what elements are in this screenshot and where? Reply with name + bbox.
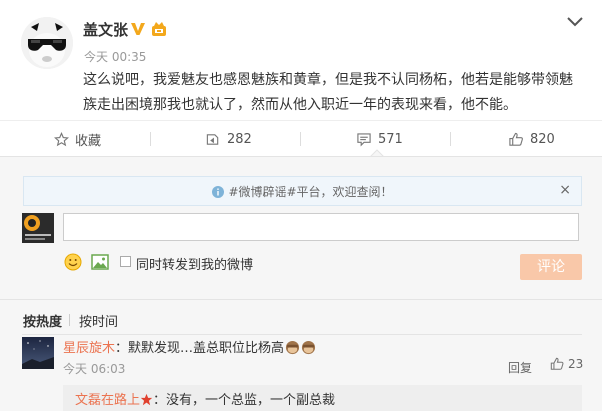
post-content: 这么说吧，我爱魅友也感恩魅族和黄章，但是我不认同杨柘，他若是能够带领魅族走出困境… <box>83 72 573 113</box>
divider <box>22 334 582 335</box>
comment-count: 571 <box>378 131 403 147</box>
current-user-avatar <box>22 213 54 243</box>
commenter-avatar[interactable] <box>22 337 54 369</box>
comment-icon <box>357 132 371 146</box>
post-action-bar: 收藏 282 571 820 <box>0 120 602 157</box>
emoji-icon[interactable] <box>64 253 82 271</box>
repost-count: 282 <box>227 131 252 147</box>
sub-reply-body: ：没有，一个总监，一个副总裁 <box>153 393 336 408</box>
thumbs-up-icon <box>550 357 564 370</box>
submit-comment-button[interactable]: 评论 <box>520 254 582 280</box>
favorite-label: 收藏 <box>75 133 102 149</box>
red-star-icon <box>140 393 153 406</box>
sort-by-hot-tab[interactable]: 按热度 <box>23 311 62 330</box>
info-icon <box>212 186 225 198</box>
action-divider <box>300 132 301 146</box>
action-divider <box>450 132 451 146</box>
notice-close-button[interactable]: × <box>559 182 571 198</box>
thumbs-up-icon <box>509 132 523 146</box>
comment-panel: #微博辟谣#平台，欢迎查阅！ × 同时转发到我的微博 评论 按热度 按时间 星辰… <box>0 156 602 411</box>
image-upload-icon[interactable] <box>91 254 109 270</box>
verified-v-icon <box>131 23 145 35</box>
repost-checkbox-label[interactable]: 同时转发到我的微博 <box>136 254 253 273</box>
sort-by-time-tab[interactable]: 按时间 <box>79 311 118 330</box>
action-divider <box>150 132 151 146</box>
comment-input[interactable] <box>63 213 579 241</box>
comment-time: 今天 06:03 <box>63 362 126 376</box>
divider <box>0 299 602 300</box>
comment-text: 星辰旋木：默默发现…盖总职位比杨高 <box>63 337 316 356</box>
sub-reply: 文磊在路上 ：没有，一个总监，一个副总裁 <box>63 385 582 411</box>
commenter-name[interactable]: 星辰旋木 <box>63 341 115 356</box>
comment-like-count: 23 <box>568 357 584 371</box>
star-icon <box>54 131 69 146</box>
like-button[interactable]: 820 <box>508 121 555 157</box>
monkey-emoji-icon <box>285 340 300 355</box>
like-count: 820 <box>530 131 555 147</box>
author-avatar[interactable] <box>21 17 73 69</box>
reply-button[interactable]: 回复 <box>508 359 532 376</box>
post-time[interactable]: 今天 00:35 <box>84 48 146 65</box>
author-name[interactable]: 盖文张 <box>83 19 128 40</box>
member-crown-icon[interactable] <box>151 21 167 37</box>
favorite-button[interactable]: 收藏 <box>54 121 101 157</box>
repost-checkbox[interactable] <box>120 256 131 267</box>
chevron-down-icon[interactable] <box>565 14 585 30</box>
monkey-emoji-icon <box>301 340 316 355</box>
repost-button[interactable]: 282 <box>205 121 252 157</box>
weibo-post: 盖文张 今天 00:35 这么说吧，我爱魅友也感恩魅族和黄章，但是我不认同杨柘，… <box>0 0 602 120</box>
rumor-notice-banner: #微博辟谣#平台，欢迎查阅！ × <box>23 176 582 206</box>
sub-reply-author[interactable]: 文磊在路上 <box>75 393 140 408</box>
sort-divider <box>69 314 70 326</box>
notice-link[interactable]: #微博辟谣#平台，欢迎查阅！ <box>228 185 392 199</box>
comment-body: ：默默发现…盖总职位比杨高 <box>115 341 285 356</box>
repost-icon <box>206 133 219 145</box>
comment-like-button[interactable]: 23 <box>550 357 583 371</box>
